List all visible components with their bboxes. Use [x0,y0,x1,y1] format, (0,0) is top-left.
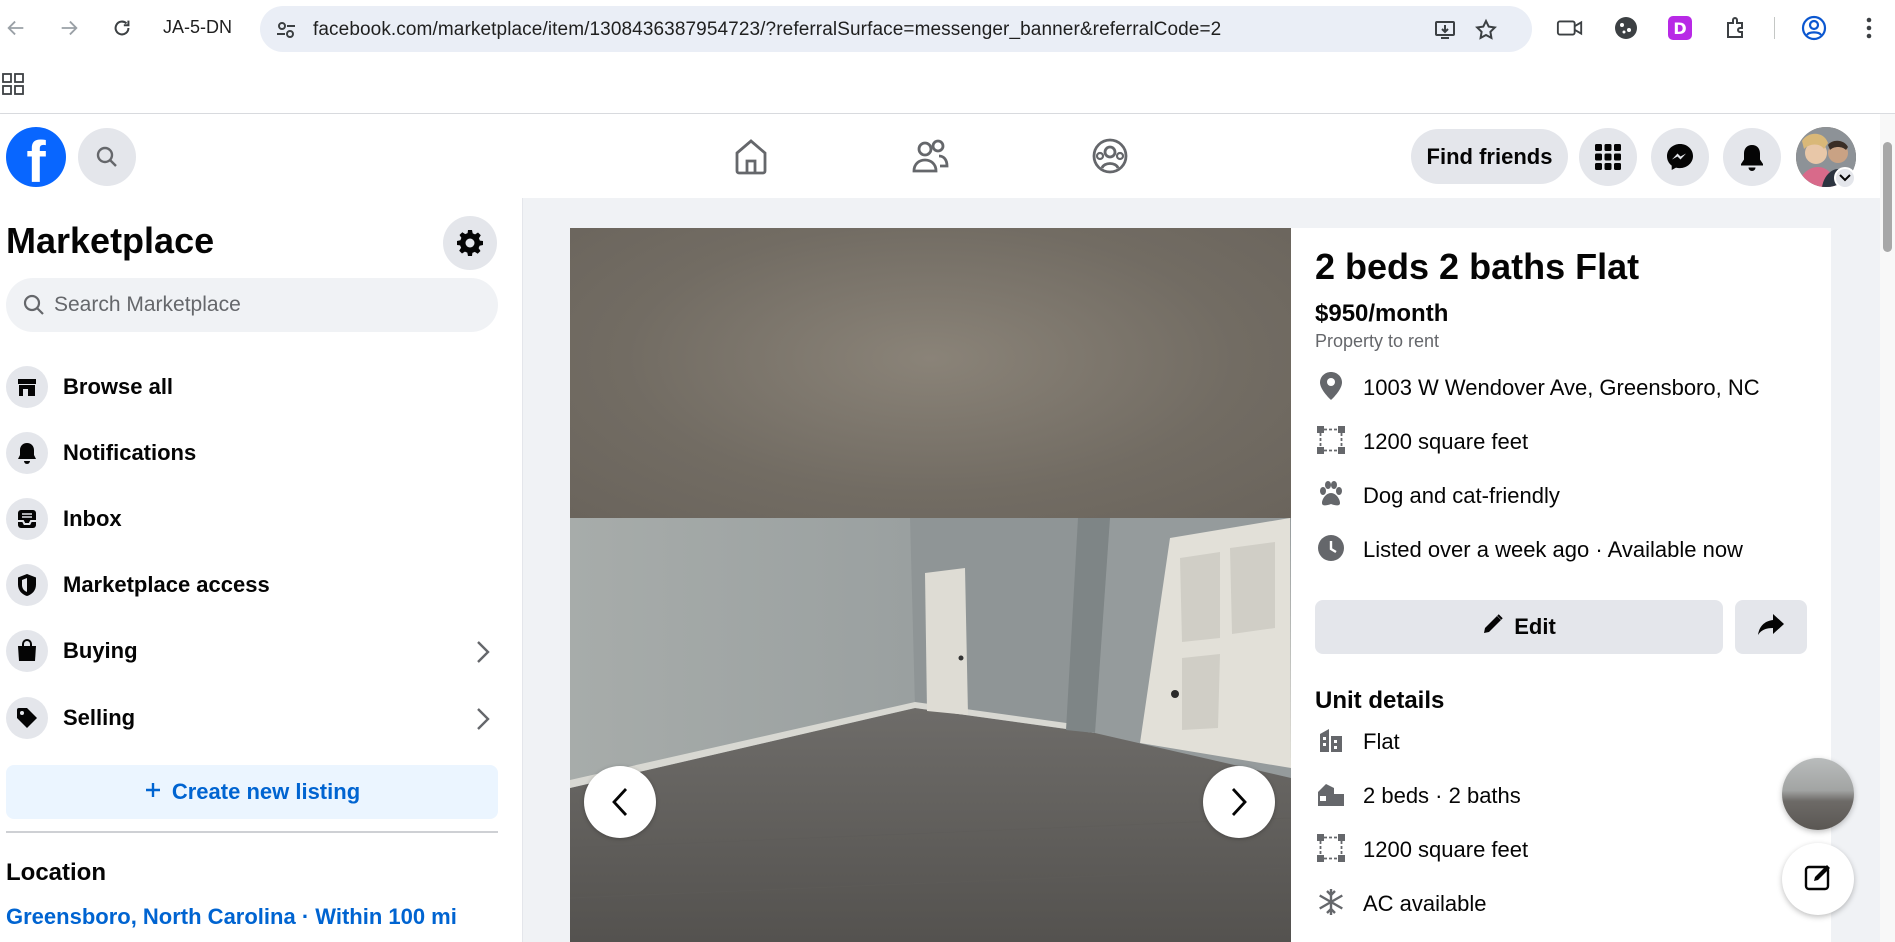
compose-icon [1803,862,1833,897]
sidebar-item-label: Browse all [63,374,174,399]
sidebar-item-browse-all[interactable]: Browse all [6,358,506,416]
share-listing-button[interactable] [1735,600,1807,654]
sidebar-item-label: Notifications [63,440,197,465]
listing-price: $950/month [1315,300,1449,327]
plus-icon [144,779,162,805]
groups-tab-icon[interactable] [1090,136,1130,176]
room-photo [570,518,1291,942]
pencil-icon [1482,613,1504,641]
notifications-bell-button[interactable] [1723,128,1781,186]
marketplace-sidebar: Marketplace Search Marketplace Browse al… [0,198,523,942]
sidebar-divider [6,831,498,833]
install-app-icon[interactable] [1433,18,1457,42]
friends-tab-icon[interactable] [910,136,950,176]
reload-button[interactable] [108,14,136,42]
sidebar-item-label: Inbox [63,506,122,531]
previous-photo-button[interactable] [584,766,656,838]
unit-type: Flat [1363,729,1400,754]
listing-address[interactable]: 1003 W Wendover Ave, Greensboro, NC [1363,375,1760,401]
address-bar[interactable]: facebook.com/marketplace/item/1308436387… [260,6,1532,52]
sidebar-item-label: Selling [63,705,136,730]
bookmarks-bar [0,56,1895,114]
shield-icon [6,564,48,606]
new-message-button[interactable] [1782,843,1854,915]
toolbar-separator [1774,17,1775,39]
home-tab-icon[interactable] [731,136,771,176]
sidebar-item-notifications[interactable]: Notifications [6,424,506,482]
listing-title: 2 beds 2 baths Flat [1315,246,1640,287]
sidebar-item-marketplace-access[interactable]: Marketplace access [6,556,506,614]
clock-icon [1315,532,1347,564]
extension-d-icon[interactable]: D [1666,14,1694,42]
search-placeholder: Search Marketplace [54,293,241,316]
listing-photo[interactable] [570,228,1291,942]
apps-grid-icon[interactable] [2,73,24,100]
cookie-icon[interactable] [1612,14,1640,42]
scrollbar-thumb[interactable] [1883,142,1892,252]
create-new-listing-button[interactable]: Create new listing [6,765,498,819]
unit-details-heading: Unit details [1315,687,1445,714]
listing-category: Property to rent [1315,331,1440,351]
floating-photo-thumbnail[interactable] [1782,758,1854,830]
location-heading: Location [6,859,106,886]
search-icon [22,293,46,317]
next-photo-button[interactable] [1203,766,1275,838]
share-arrow-icon [1757,613,1785,642]
profile-icon[interactable] [1800,14,1828,42]
paw-icon [1315,478,1347,510]
inbox-icon [6,498,48,540]
account-chevron-icon[interactable] [1834,167,1856,189]
sidebar-item-selling[interactable]: Selling [6,689,506,747]
photo-blurred-backdrop [570,228,1291,518]
snowflake-icon [1315,886,1347,918]
browser-menu-icon[interactable] [1855,14,1883,42]
chevron-right-icon [476,640,490,669]
back-button[interactable] [2,14,30,42]
facebook-header: f Find friends [0,114,1880,198]
shopping-bag-icon [6,630,48,672]
browser-toolbar: JA-5-DN facebook.com/marketplace/item/13… [0,0,1895,56]
unit-beds-baths: 2 beds · 2 baths [1363,783,1521,808]
unit-size: 1200 square feet [1363,837,1529,862]
tab-label[interactable]: JA-5-DN [163,17,232,38]
forward-button[interactable] [55,14,83,42]
marketplace-search-input[interactable]: Search Marketplace [6,278,498,332]
video-camera-icon[interactable] [1556,14,1584,42]
url-text[interactable]: facebook.com/marketplace/item/1308436387… [313,19,1221,41]
extensions-puzzle-icon[interactable] [1722,14,1750,42]
page-scrollbar[interactable] [1880,114,1895,942]
listing-size: 1200 square feet [1363,429,1529,454]
menu-grid-button[interactable] [1579,128,1637,186]
listing-details-panel: 2 beds 2 baths Flat $950/month Property … [1291,228,1831,942]
storefront-icon [6,366,48,408]
messenger-button[interactable] [1651,128,1709,186]
marketplace-settings-button[interactable] [443,216,497,270]
sidebar-item-label: Buying [63,638,138,663]
building-icon [1315,724,1347,756]
location-pin-icon [1315,370,1347,402]
listing-pets: Dog and cat-friendly [1363,483,1560,508]
tag-icon [6,697,48,739]
site-settings-icon[interactable] [274,18,298,42]
create-listing-label: Create new listing [171,779,361,804]
bed-icon [1315,778,1347,810]
find-friends-button[interactable]: Find friends [1411,129,1568,184]
sidebar-item-label: Marketplace access [63,572,270,597]
facebook-search-button[interactable] [78,128,136,186]
unit-ac: AC available [1363,891,1487,916]
sidebar-item-buying[interactable]: Buying [6,622,506,680]
location-link[interactable]: Greensboro, North Carolina · Within 100 … [6,904,457,930]
sidebar-item-inbox[interactable]: Inbox [6,490,506,548]
bookmark-star-icon[interactable] [1474,18,1498,42]
area-icon [1315,424,1347,456]
sidebar-title: Marketplace [6,220,215,261]
area-icon [1315,832,1347,864]
svg-text:D: D [1673,19,1686,38]
edit-listing-button[interactable]: Edit [1315,600,1723,654]
chevron-right-icon [476,707,490,736]
facebook-logo-icon[interactable]: f [6,127,66,187]
bell-icon [6,432,48,474]
listing-listed-status: Listed over a week ago · Available now [1363,537,1743,562]
edit-label: Edit [1514,614,1556,639]
